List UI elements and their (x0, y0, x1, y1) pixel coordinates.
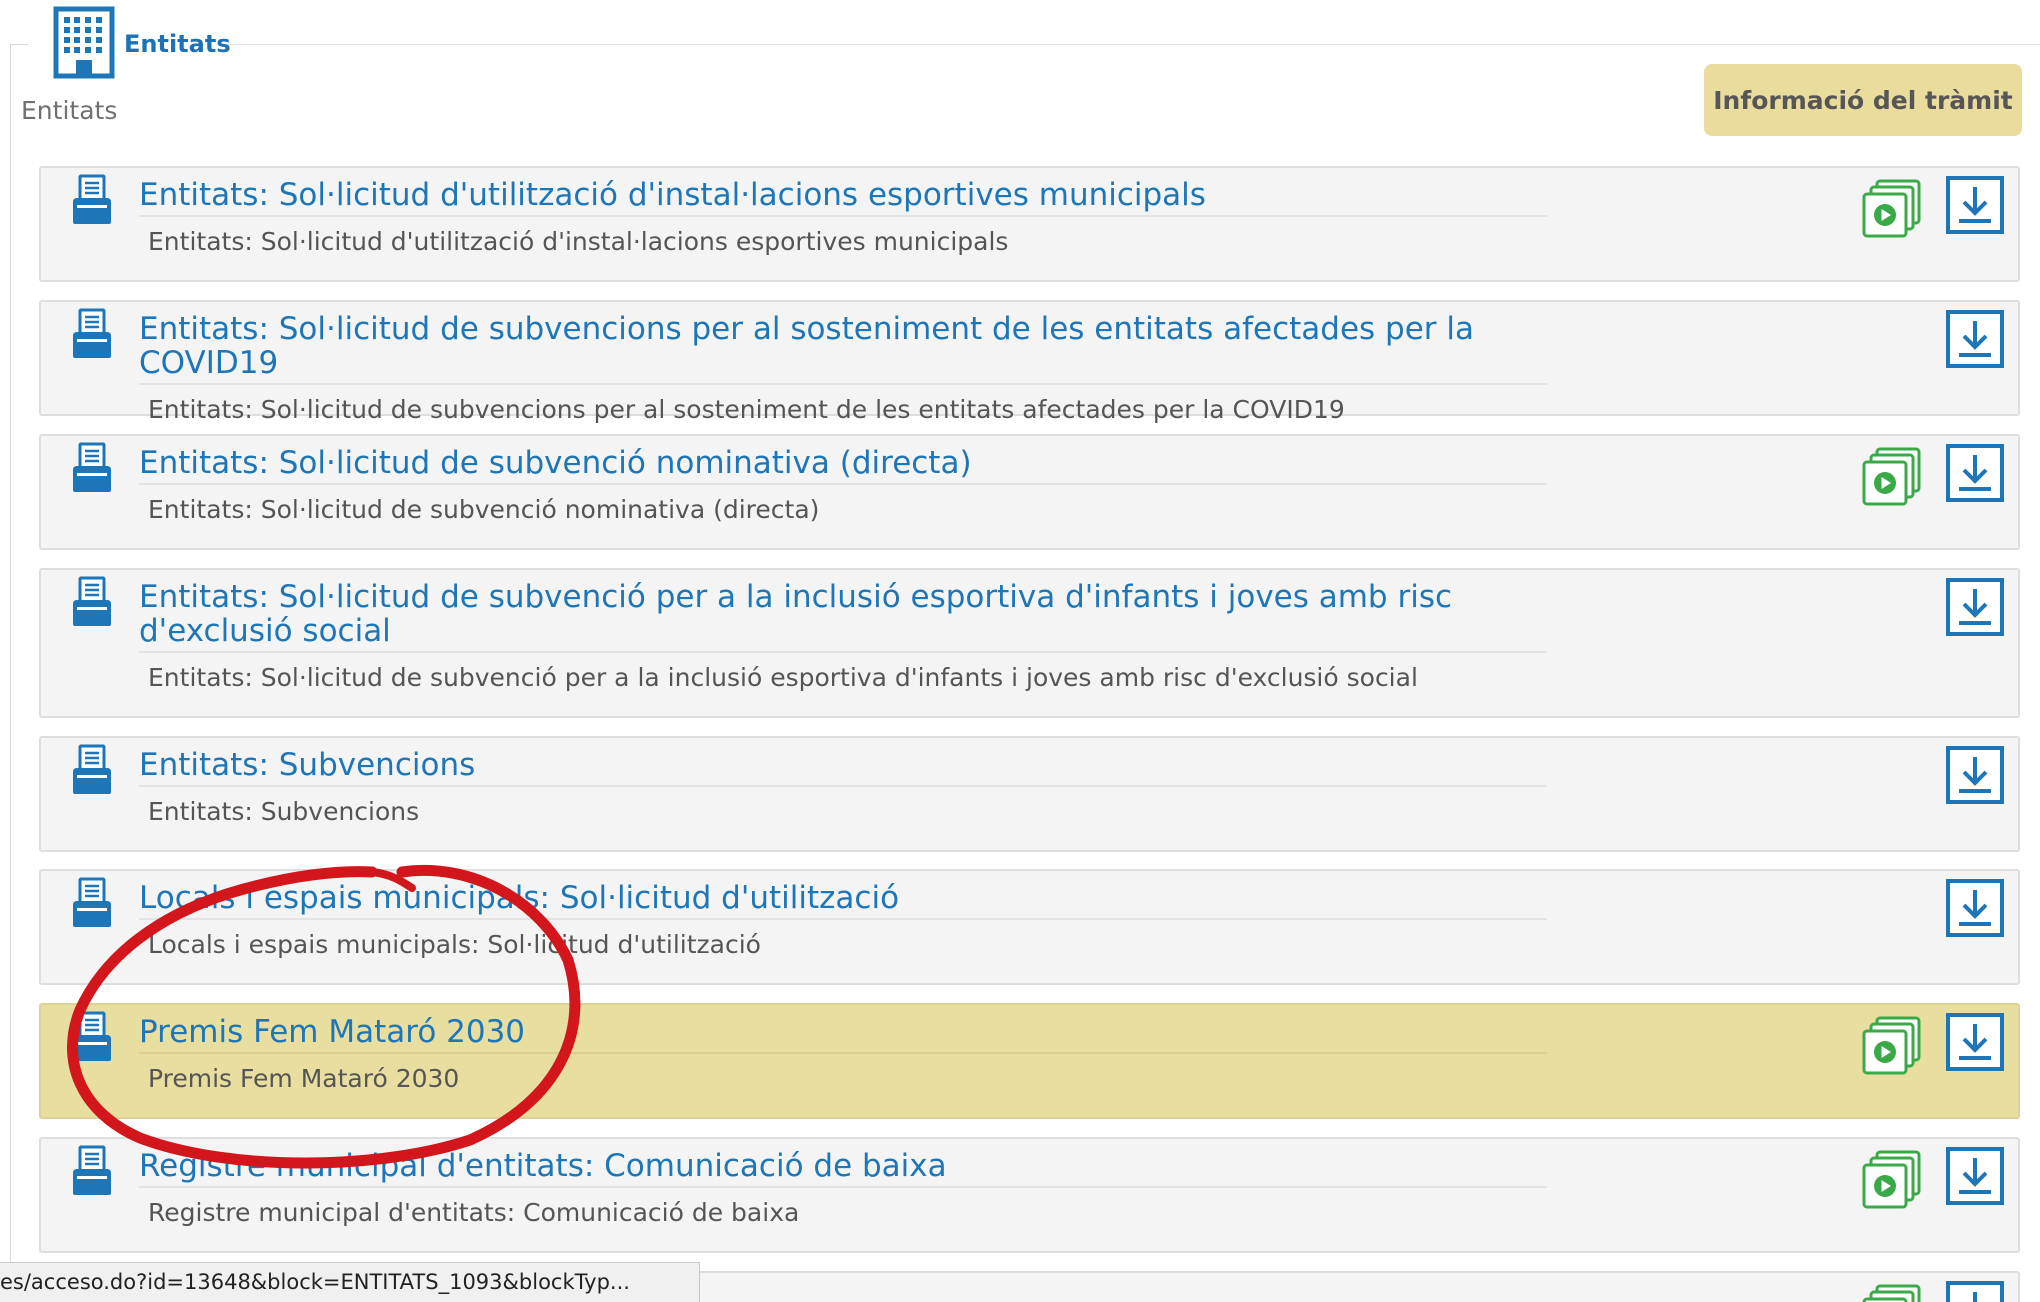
frame-border-top-right (222, 44, 2040, 45)
form-icon[interactable] (69, 174, 115, 226)
download-icon[interactable] (1946, 310, 2004, 368)
frame-border-top-left (10, 44, 28, 45)
procedure-title-link[interactable]: Entitats: Sol·licitud de subvenció nomin… (139, 446, 1547, 485)
status-bar-url: es/acceso.do?id=13648&block=ENTITATS_109… (0, 1262, 700, 1302)
procedure-row: Entitats: Sol·licitud de subvenció nomin… (39, 434, 2020, 550)
frame-border-left (10, 44, 11, 1274)
procedure-text: Entitats: Sol·licitud de subvencions per… (139, 312, 1547, 425)
procedure-title-link[interactable]: Locals i espais municipals: Sol·licitud … (139, 881, 1547, 920)
procedure-row: Registre municipal d'entitats: Comunicac… (39, 1137, 2020, 1253)
procedure-title-link[interactable]: Entitats: Sol·licitud de subvencions per… (139, 312, 1547, 385)
procedure-text: Locals i espais municipals: Sol·licitud … (139, 881, 1547, 960)
procedure-description: Premis Fem Mataró 2030 (148, 1064, 460, 1093)
procedure-text: Entitats: Subvencions Entitats: Subvenci… (139, 748, 1547, 827)
procedure-row: Entitats: Sol·licitud de subvenció per a… (39, 568, 2020, 718)
procedure-description: Entitats: Sol·licitud d'utilització d'in… (148, 227, 1009, 256)
procedure-description: Locals i espais municipals: Sol·licitud … (148, 930, 761, 959)
procedure-title-link[interactable]: Entitats: Sol·licitud de subvenció per a… (139, 580, 1547, 653)
download-icon[interactable] (1946, 444, 2004, 502)
procedure-row: Locals i espais municipals: Sol·licitud … (39, 869, 2020, 985)
procedure-description: Registre municipal d'entitats: Comunicac… (148, 1198, 800, 1227)
procedure-description: Entitats: Subvencions (148, 797, 420, 826)
procedures-page: Entitats Entitats Informació del tràmit … (0, 0, 2040, 1302)
procedure-title-link[interactable]: Entitats: Sol·licitud d'utilització d'in… (139, 178, 1547, 217)
procedure-description: Entitats: Sol·licitud de subvenció nomin… (148, 495, 820, 524)
download-icon[interactable] (1946, 746, 2004, 804)
video-icon[interactable] (1861, 1015, 1923, 1077)
procedure-text: Premis Fem Mataró 2030 Premis Fem Mataró… (139, 1015, 1547, 1094)
form-icon[interactable] (69, 308, 115, 360)
video-icon[interactable] (1861, 178, 1923, 240)
section-subtitle: Entitats (21, 96, 118, 125)
form-icon[interactable] (69, 1011, 115, 1063)
procedure-title-link[interactable]: Entitats: Subvencions (139, 748, 1547, 787)
procedure-row: Entitats: Subvencions Entitats: Subvenci… (39, 736, 2020, 852)
form-icon[interactable] (69, 877, 115, 929)
procedure-text: Entitats: Sol·licitud de subvenció per a… (139, 580, 1547, 693)
section-legend: Entitats (52, 6, 231, 80)
download-icon[interactable] (1946, 879, 2004, 937)
procedure-text: Entitats: Sol·licitud de subvenció nomin… (139, 446, 1547, 525)
section-legend-label: Entitats (124, 30, 231, 58)
video-icon[interactable] (1861, 1283, 1923, 1302)
video-icon[interactable] (1861, 1149, 1923, 1211)
form-icon[interactable] (69, 576, 115, 628)
procedure-row-highlighted: Premis Fem Mataró 2030 Premis Fem Mataró… (39, 1003, 2020, 1119)
form-icon[interactable] (69, 442, 115, 494)
procedure-row: Entitats: Sol·licitud de subvencions per… (39, 300, 2020, 424)
video-icon[interactable] (1861, 446, 1923, 508)
download-icon[interactable] (1946, 1013, 2004, 1071)
building-icon (53, 6, 115, 79)
procedure-title-link[interactable]: Premis Fem Mataró 2030 (139, 1015, 1547, 1054)
procedure-info-button[interactable]: Informació del tràmit (1704, 64, 2022, 136)
form-icon[interactable] (69, 1145, 115, 1197)
download-icon[interactable] (1946, 176, 2004, 234)
procedure-text: Registre municipal d'entitats: Comunicac… (139, 1149, 1547, 1228)
download-icon[interactable] (1946, 1147, 2004, 1205)
procedure-text: Entitats: Sol·licitud d'utilització d'in… (139, 178, 1547, 257)
download-icon[interactable] (1946, 578, 2004, 636)
procedure-description: Entitats: Sol·licitud de subvenció per a… (148, 663, 1418, 692)
procedure-description: Entitats: Sol·licitud de subvencions per… (148, 395, 1345, 424)
procedure-row: Entitats: Sol·licitud d'utilització d'in… (39, 166, 2020, 282)
download-icon[interactable] (1946, 1281, 2004, 1302)
procedure-title-link[interactable]: Registre municipal d'entitats: Comunicac… (139, 1149, 1547, 1188)
form-icon[interactable] (69, 744, 115, 796)
